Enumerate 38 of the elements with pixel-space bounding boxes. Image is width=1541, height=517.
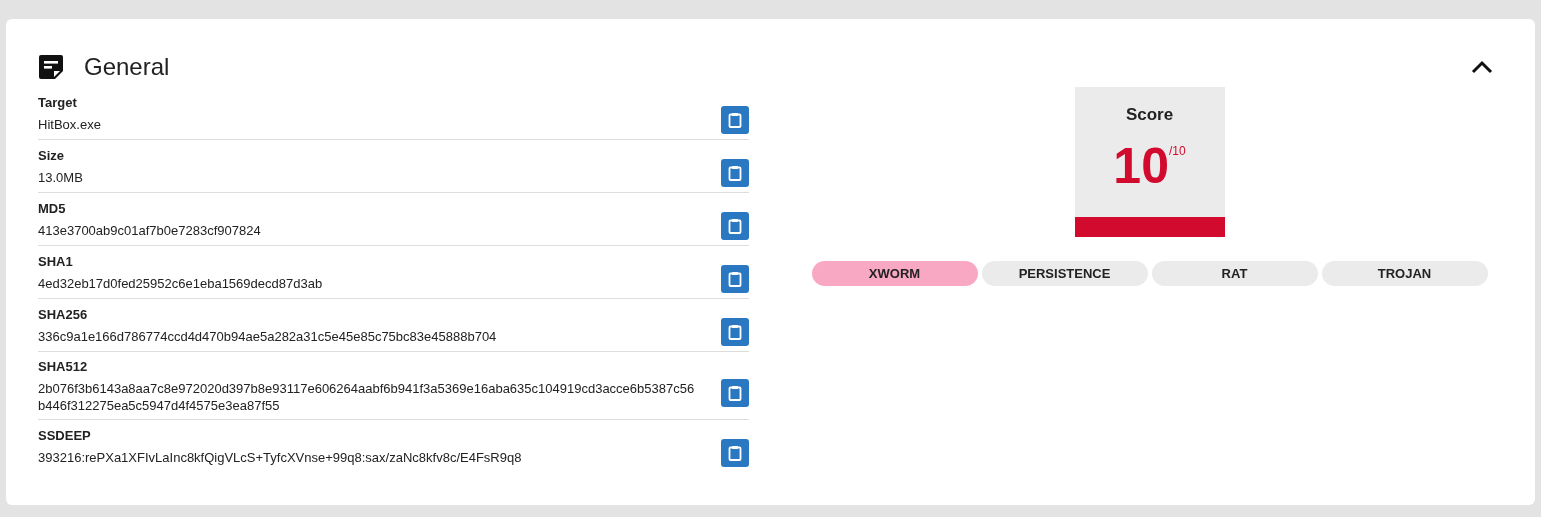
copy-button[interactable] [721,265,749,293]
score-max: /10 [1168,142,1186,158]
field-label: SHA256 [38,306,89,324]
clipboard-icon [728,324,742,340]
field-label: Size [38,147,65,165]
field-label: SSDEEP [38,427,92,445]
field-value: 393216:rePXa1XFIvLaInc8kfQigVLcS+TyfcXVnse+99q8:sax/zaNc8kfv8c/E4FsR9q8 [38,449,523,466]
copy-button[interactable] [721,212,749,240]
clipboard-icon [728,112,742,128]
tag: PERSISTENCE [981,261,1148,286]
field-label: MD5 [38,200,67,218]
note-icon [38,54,64,80]
clipboard-icon [728,384,742,401]
field-label: SHA1 [38,253,74,271]
clipboard-icon [728,445,742,461]
copy-button[interactable] [721,159,749,187]
field-value: 13.0MB [38,169,84,186]
copy-button[interactable] [721,106,749,134]
field-value: 413e3700ab9c01af7b0e7283cf907824 [38,222,262,239]
chevron-up-icon [1471,60,1493,74]
field-value: HitBox.exe [38,116,102,133]
section-title: General [84,52,170,82]
copy-button[interactable] [721,318,749,346]
copy-button[interactable] [721,378,749,407]
tag: XWORM [811,261,978,286]
score-title: Score [1125,104,1174,126]
clipboard-icon [728,271,742,287]
clipboard-icon [728,218,742,234]
field-value: 336c9a1e166d786774ccd4d470b94ae5a282a31c5e45e85c75bc83e45888b704 [38,328,498,345]
clipboard-icon [728,165,742,181]
field-label: SHA512 [38,358,89,376]
field-value: 4ed32eb17d0fed25952c6e1eba1569decd87d3ab [38,275,324,292]
copy-button[interactable] [721,439,749,467]
tag: RAT [1151,261,1318,286]
field-label: Target [38,94,78,112]
score-value: 10 [1113,136,1169,196]
field-value: 2b076f3b6143a8aa7c8e972020d397b8e93117e606264aabf6b941f3a5369e16aba635c104919cd3acce6b5387c56b446f312275ea5c5947d4f4575e3ea87f55 [38,380,696,414]
tag: TROJAN [1321,261,1488,286]
